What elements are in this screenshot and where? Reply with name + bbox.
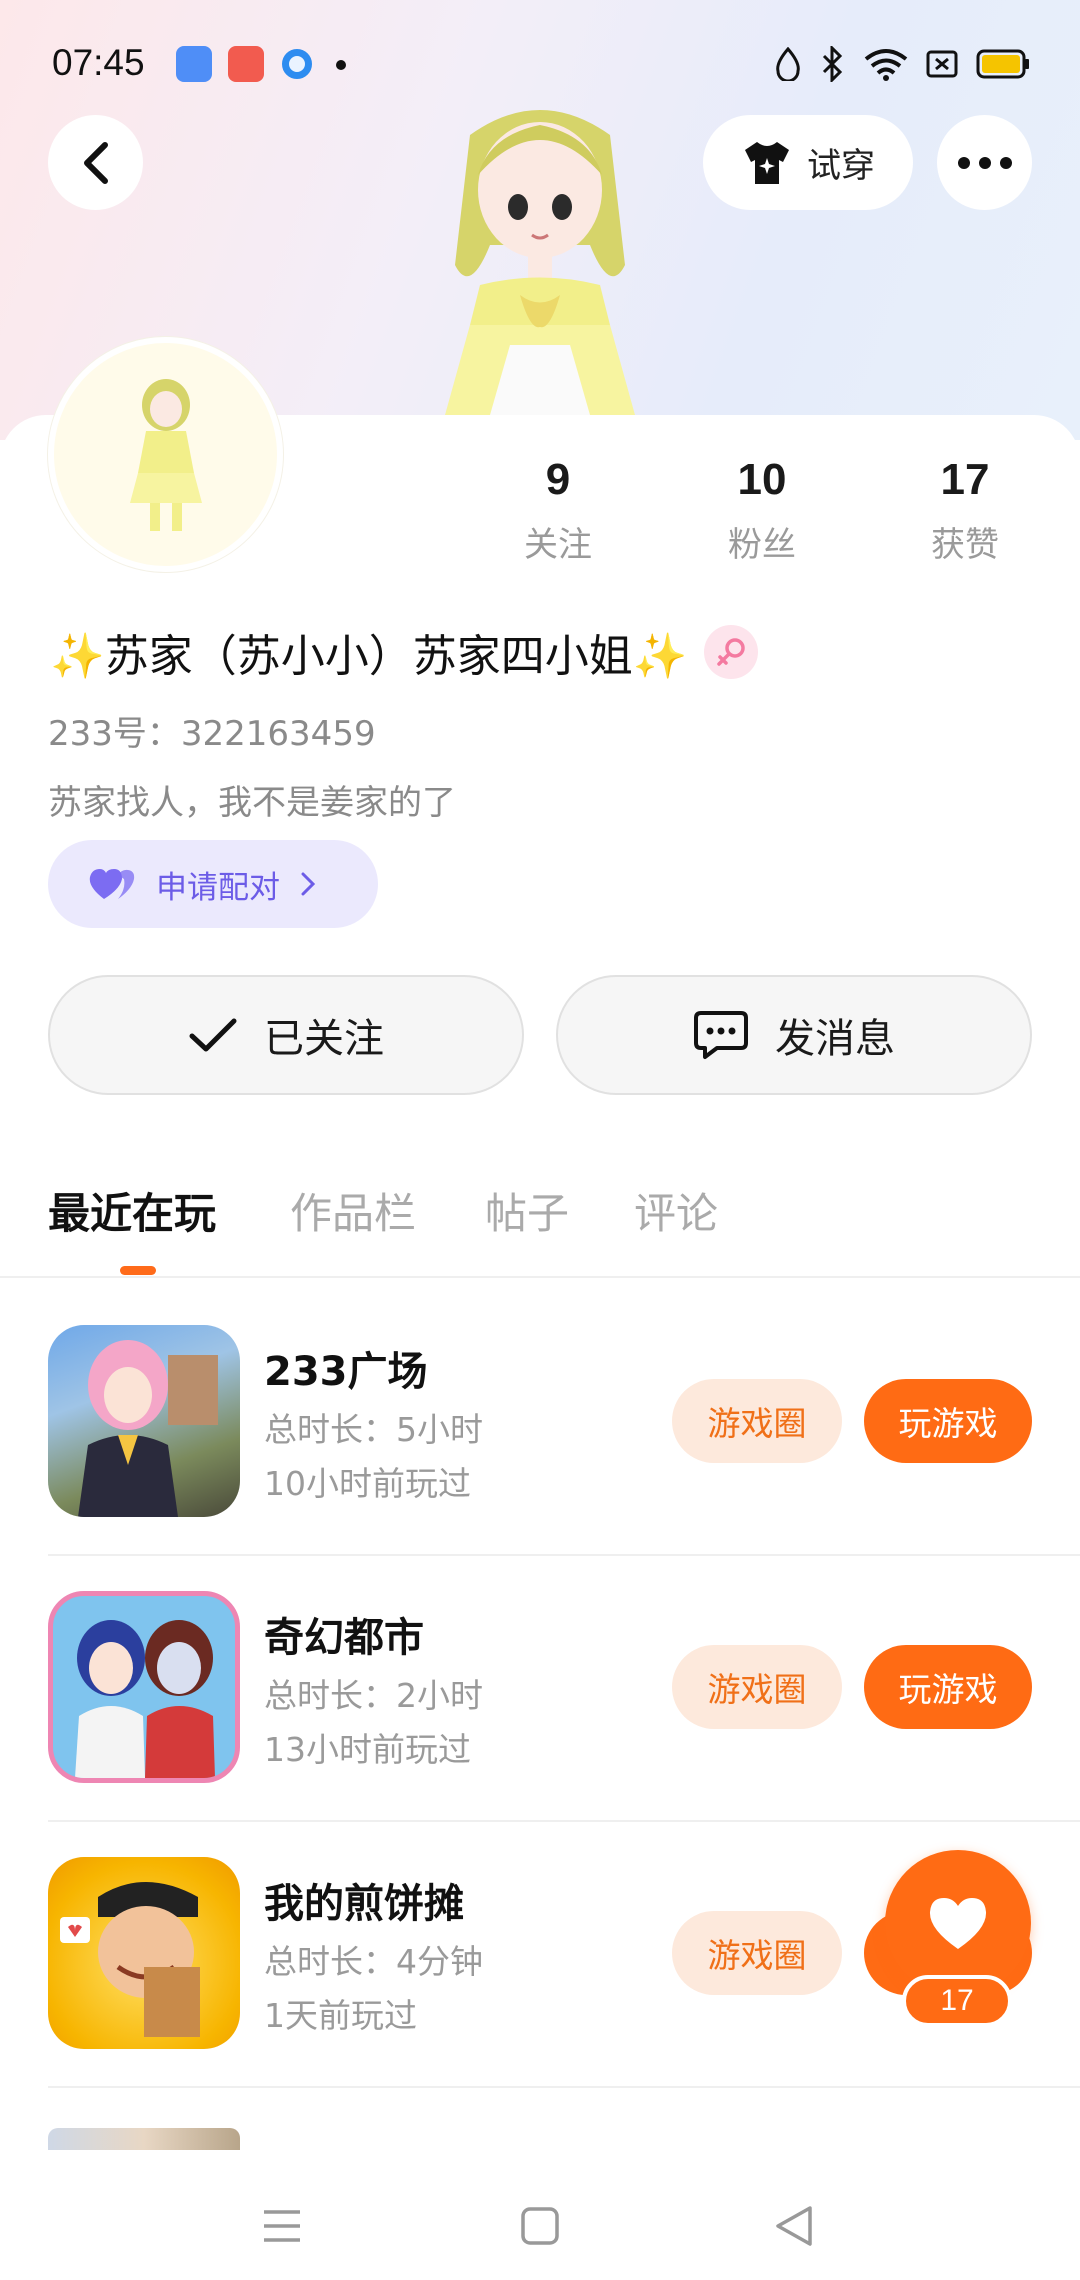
list-divider [48,1554,1080,1556]
app-notification-icon [176,46,212,82]
sim-card-icon [926,50,958,78]
list-item[interactable]: 奇幻都市 总时长：2小时 13小时前玩过 游戏圈 玩游戏 [48,1591,1080,1857]
app-notification-icon [282,49,312,79]
game-circle-button[interactable]: 游戏圈 [672,1645,842,1729]
stat-following[interactable]: 9 关注 [478,455,638,566]
play-game-button[interactable]: 玩游戏 [864,1379,1032,1463]
request-pair-label: 申请配对 [156,869,280,906]
game-icon-233-plaza[interactable] [48,1325,240,1517]
chevron-left-icon [83,141,108,184]
status-bar: 07:45 [0,0,1080,130]
game-last-played: 1天前玩过 [264,1996,417,2035]
back-button[interactable] [48,115,143,210]
tab-recently-played[interactable]: 最近在玩 [48,1180,216,1241]
stat-likes[interactable]: 17 获赞 [885,455,1045,566]
game-circle-button[interactable]: 游戏圈 [672,1911,842,1995]
menu-icon[interactable] [262,2208,302,2244]
tabs-divider [0,1276,1080,1278]
list-item-partial [48,2128,248,2152]
stat-label: 关注 [524,525,592,565]
more-notifications-dot-icon [336,60,346,70]
try-on-button[interactable]: 试穿 [703,115,913,210]
battery-icon [976,49,1029,79]
home-icon[interactable] [520,2206,560,2246]
game-icon-my-pancake-stall[interactable] [48,1857,240,2049]
avatar[interactable] [48,337,283,572]
character-avatar-figure [445,110,635,415]
game-circle-button[interactable]: 游戏圈 [672,1379,842,1463]
active-tab-indicator [120,1266,156,1275]
chevron-right-icon [301,872,316,896]
data-saver-icon [776,47,800,81]
game-last-played: 13小时前玩过 [264,1730,471,1769]
followed-button[interactable]: 已关注 [48,975,524,1095]
tab-comments[interactable]: 评论 [634,1180,718,1241]
game-duration: 总时长：4分钟 [264,1942,483,1981]
more-dots-icon [957,156,1012,169]
play-game-button[interactable]: 玩游戏 [864,1645,1032,1729]
system-navigation-bar [0,2150,1080,2280]
heart-icon [929,1898,987,1949]
checkmark-icon [189,1018,237,1052]
stat-followers[interactable]: 10 粉丝 [682,455,842,566]
status-icons [774,44,1030,84]
back-triangle-icon[interactable] [774,2204,814,2248]
tshirt-icon [745,141,789,184]
list-divider [48,1820,1080,1822]
game-icon-fantasy-city[interactable] [48,1591,240,1783]
wifi-icon [864,49,908,81]
game-title: 233广场 [264,1349,428,1395]
like-count-badge: 17 [902,1975,1012,2027]
game-title: 我的煎饼摊 [264,1881,464,1927]
tab-works[interactable]: 作品栏 [290,1180,416,1241]
bluetooth-icon [822,46,843,82]
send-message-button[interactable]: 发消息 [556,975,1032,1095]
stat-value: 10 [737,455,787,504]
more-options-button[interactable] [937,115,1032,210]
stat-value: 9 [545,455,571,504]
try-on-label: 试穿 [807,146,875,186]
stat-label: 获赞 [931,525,999,565]
user-id: 233号：322163459 [48,714,376,754]
gender-female-icon [703,625,758,679]
app-notification-icon [228,46,264,82]
list-divider [48,2086,1080,2088]
user-bio: 苏家找人，我不是姜家的了 [48,783,456,823]
avatar-figure-image [130,379,202,531]
list-item[interactable]: 233广场 总时长：5小时 10小时前玩过 游戏圈 玩游戏 [48,1325,1080,1591]
followed-label: 已关注 [264,1016,384,1062]
send-message-label: 发消息 [775,1016,895,1062]
status-time: 07:45 [52,42,145,83]
stat-label: 粉丝 [728,525,796,565]
game-duration: 总时长：5小时 [264,1410,483,1449]
stat-value: 17 [940,455,990,504]
profile-tabs: 最近在玩 作品栏 帖子 评论 [0,1180,1080,1276]
request-pair-button[interactable]: 申请配对 [48,840,378,928]
profile-name-row: ✨苏家（苏小小）苏家四小姐✨ [50,620,758,684]
tab-posts[interactable]: 帖子 [485,1180,569,1241]
game-title: 奇幻都市 [264,1615,424,1661]
game-last-played: 10小时前玩过 [264,1464,471,1503]
game-duration: 总时长：2小时 [264,1676,483,1715]
profile-name: ✨苏家（苏小小）苏家四小姐✨ [50,631,688,682]
double-heart-icon [89,869,135,899]
chat-bubble-icon [694,1011,748,1059]
